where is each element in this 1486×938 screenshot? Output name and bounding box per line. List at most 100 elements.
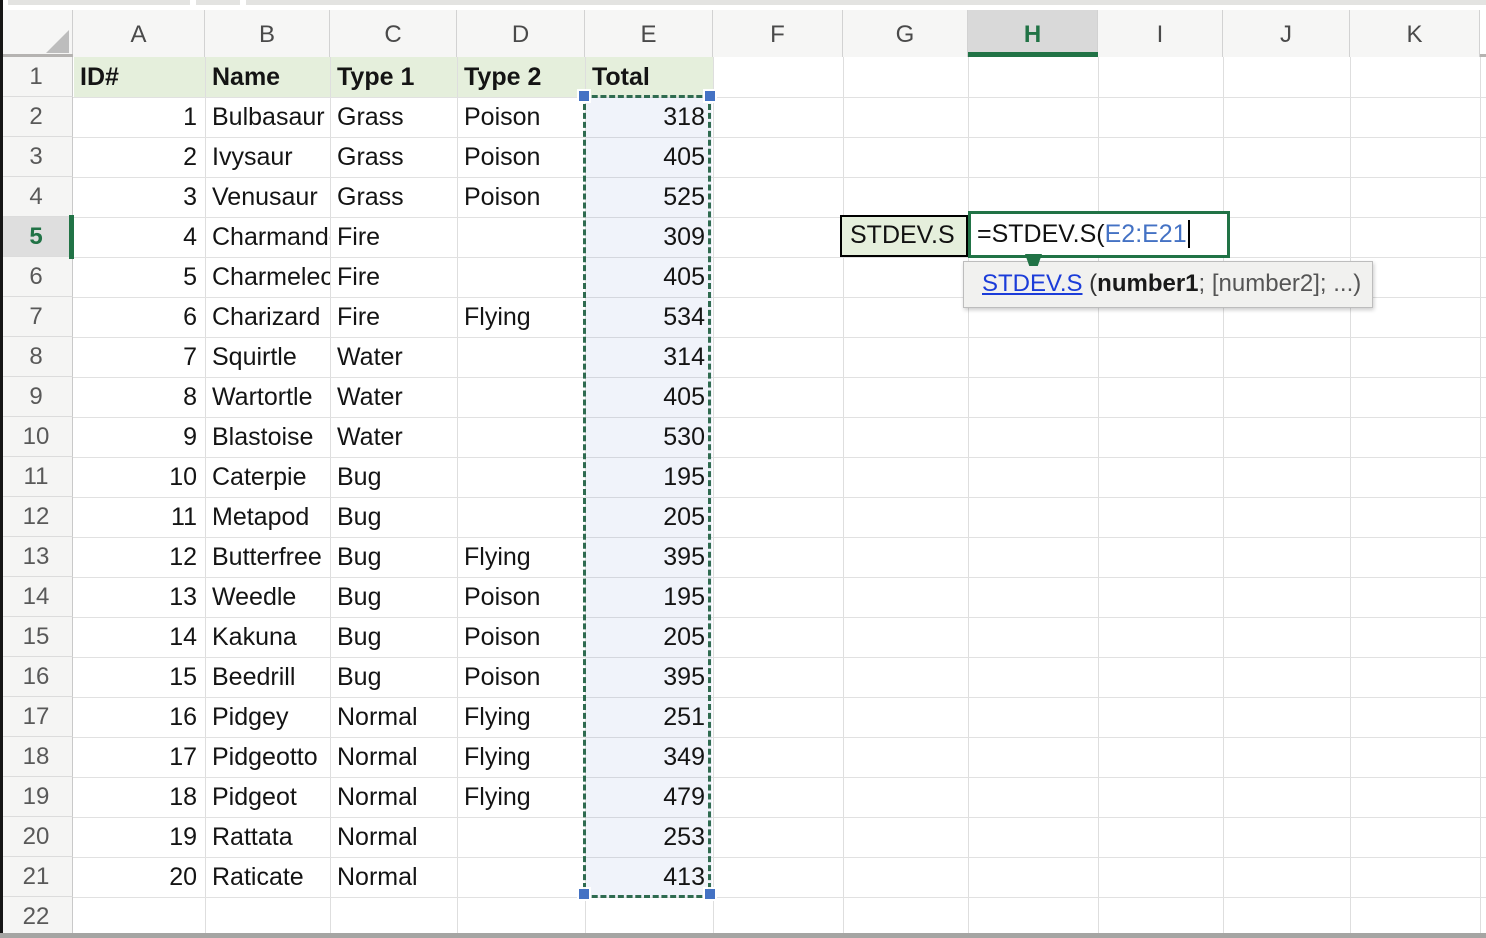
row-header-11[interactable]: 11: [0, 457, 73, 497]
cell-C1[interactable]: Type 1: [331, 57, 457, 97]
cell-A4[interactable]: 3: [74, 177, 205, 217]
cell-D19[interactable]: Flying: [458, 777, 585, 817]
row-header-10[interactable]: 10: [0, 417, 73, 457]
row-header-12[interactable]: 12: [0, 497, 73, 537]
column-header-K[interactable]: K: [1350, 10, 1480, 57]
cell-B13[interactable]: Butterfree: [206, 537, 330, 577]
cell-B5[interactable]: Charmander: [206, 217, 330, 257]
row-header-7[interactable]: 7: [0, 297, 73, 337]
selection-handle-top-right[interactable]: [705, 91, 715, 101]
cell-C5[interactable]: Fire: [331, 217, 457, 257]
row-header-1[interactable]: 1: [0, 57, 73, 97]
cell-B8[interactable]: Squirtle: [206, 337, 330, 377]
cell-B14[interactable]: Weedle: [206, 577, 330, 617]
row-header-16[interactable]: 16: [0, 657, 73, 697]
cell-C19[interactable]: Normal: [331, 777, 457, 817]
cell-D6[interactable]: [458, 257, 585, 297]
cell-D3[interactable]: Poison: [458, 137, 585, 177]
cell-D2[interactable]: Poison: [458, 97, 585, 137]
cell-A13[interactable]: 12: [74, 537, 205, 577]
cell-C18[interactable]: Normal: [331, 737, 457, 777]
cell-A7[interactable]: 6: [74, 297, 205, 337]
selection-handle-bottom-left[interactable]: [579, 889, 589, 899]
cell-D11[interactable]: [458, 457, 585, 497]
cell-D7[interactable]: Flying: [458, 297, 585, 337]
cell-E1[interactable]: Total: [586, 57, 713, 97]
cell-C17[interactable]: Normal: [331, 697, 457, 737]
row-header-19[interactable]: 19: [0, 777, 73, 817]
column-header-I[interactable]: I: [1098, 10, 1223, 57]
row-header-22[interactable]: 22: [0, 897, 73, 937]
row-header-6[interactable]: 6: [0, 257, 73, 297]
cell-A3[interactable]: 2: [74, 137, 205, 177]
cell-A16[interactable]: 15: [74, 657, 205, 697]
column-header-J[interactable]: J: [1223, 10, 1350, 57]
cell-D9[interactable]: [458, 377, 585, 417]
cell-C14[interactable]: Bug: [331, 577, 457, 617]
cell-A14[interactable]: 13: [74, 577, 205, 617]
column-header-D[interactable]: D: [457, 10, 585, 57]
cell-A10[interactable]: 9: [74, 417, 205, 457]
cell-D10[interactable]: [458, 417, 585, 457]
cell-B15[interactable]: Kakuna: [206, 617, 330, 657]
cell-C8[interactable]: Water: [331, 337, 457, 377]
cell-D20[interactable]: [458, 817, 585, 857]
cell-C9[interactable]: Water: [331, 377, 457, 417]
cell-C13[interactable]: Bug: [331, 537, 457, 577]
column-header-C[interactable]: C: [330, 10, 457, 57]
cell-A8[interactable]: 7: [74, 337, 205, 377]
cell-G5[interactable]: STDEV.S: [840, 215, 968, 257]
cell-B18[interactable]: Pidgeotto: [206, 737, 330, 777]
cell-B20[interactable]: Rattata: [206, 817, 330, 857]
row-header-20[interactable]: 20: [0, 817, 73, 857]
cell-A9[interactable]: 8: [74, 377, 205, 417]
cell-A12[interactable]: 11: [74, 497, 205, 537]
row-header-9[interactable]: 9: [0, 377, 73, 417]
cell-A5[interactable]: 4: [74, 217, 205, 257]
select-all-corner[interactable]: [0, 10, 73, 57]
cell-B9[interactable]: Wartortle: [206, 377, 330, 417]
cell-D21[interactable]: [458, 857, 585, 897]
cell-B6[interactable]: Charmeleon: [206, 257, 330, 297]
cell-A15[interactable]: 14: [74, 617, 205, 657]
row-header-21[interactable]: 21: [0, 857, 73, 897]
cell-B21[interactable]: Raticate: [206, 857, 330, 897]
cell-B11[interactable]: Caterpie: [206, 457, 330, 497]
selection-handle-bottom-right[interactable]: [705, 889, 715, 899]
cell-A19[interactable]: 18: [74, 777, 205, 817]
column-header-B[interactable]: B: [205, 10, 330, 57]
cell-A17[interactable]: 16: [74, 697, 205, 737]
selection-handle-top-left[interactable]: [579, 91, 589, 101]
cell-D18[interactable]: Flying: [458, 737, 585, 777]
cell-D17[interactable]: Flying: [458, 697, 585, 737]
cell-C21[interactable]: Normal: [331, 857, 457, 897]
row-header-5[interactable]: 5: [0, 217, 73, 257]
column-header-E[interactable]: E: [585, 10, 713, 57]
cell-B16[interactable]: Beedrill: [206, 657, 330, 697]
cell-A21[interactable]: 20: [74, 857, 205, 897]
cell-D13[interactable]: Flying: [458, 537, 585, 577]
cell-B2[interactable]: Bulbasaur: [206, 97, 330, 137]
row-header-2[interactable]: 2: [0, 97, 73, 137]
cell-C2[interactable]: Grass: [331, 97, 457, 137]
cell-D8[interactable]: [458, 337, 585, 377]
cell-B7[interactable]: Charizard: [206, 297, 330, 337]
cell-A1[interactable]: ID#: [74, 57, 205, 97]
cell-B3[interactable]: Ivysaur: [206, 137, 330, 177]
row-header-13[interactable]: 13: [0, 537, 73, 577]
column-header-G[interactable]: G: [843, 10, 968, 57]
cell-B4[interactable]: Venusaur: [206, 177, 330, 217]
cell-A20[interactable]: 19: [74, 817, 205, 857]
cell-C12[interactable]: Bug: [331, 497, 457, 537]
column-header-H[interactable]: H: [968, 10, 1098, 57]
cell-D5[interactable]: [458, 217, 585, 257]
column-header-F[interactable]: F: [713, 10, 843, 57]
cell-C20[interactable]: Normal: [331, 817, 457, 857]
cell-C16[interactable]: Bug: [331, 657, 457, 697]
cell-B17[interactable]: Pidgey: [206, 697, 330, 737]
row-header-15[interactable]: 15: [0, 617, 73, 657]
cell-D16[interactable]: Poison: [458, 657, 585, 697]
cell-A6[interactable]: 5: [74, 257, 205, 297]
row-header-3[interactable]: 3: [0, 137, 73, 177]
cell-B10[interactable]: Blastoise: [206, 417, 330, 457]
